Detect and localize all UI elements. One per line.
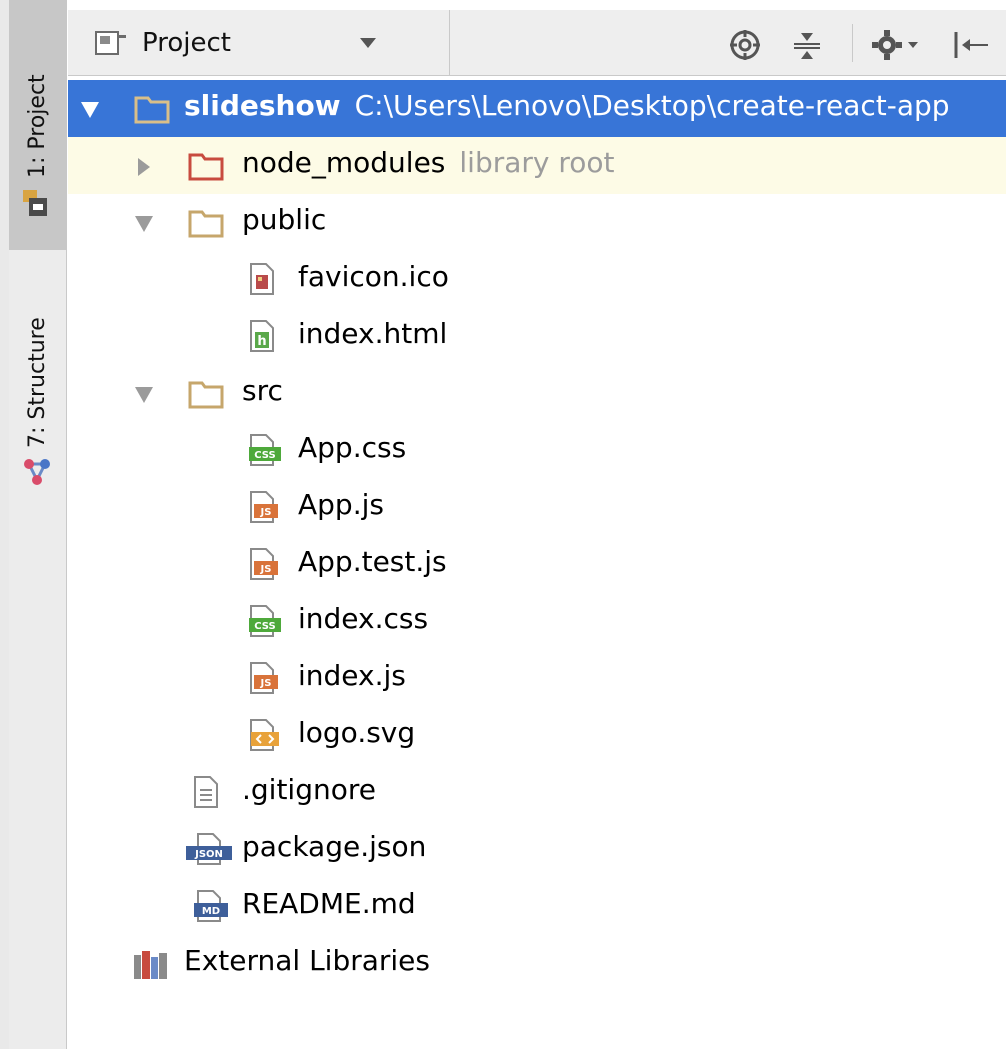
project-tool-icon xyxy=(23,190,47,216)
index-html-label: index.html xyxy=(298,317,448,350)
excluded-folder-icon xyxy=(188,153,224,181)
html-file-icon: h xyxy=(250,320,274,352)
dropdown-icon xyxy=(360,38,376,48)
image-file-icon xyxy=(250,263,274,295)
locate-icon[interactable] xyxy=(728,28,762,62)
app-js-label: App.js xyxy=(298,488,384,521)
root-path: C:\Users\Lenovo\Desktop\create-react-app xyxy=(354,89,950,122)
js-file-icon: JS xyxy=(250,662,278,694)
tree-row-gitignore[interactable]: .gitignore xyxy=(68,764,1006,821)
root-name: slideshow xyxy=(184,89,341,122)
src-label: src xyxy=(242,374,283,407)
app-test-js-label: App.test.js xyxy=(298,545,447,578)
project-view-title: Project xyxy=(142,28,231,58)
json-file-icon: JSON xyxy=(186,833,232,865)
tree-row-logo-svg[interactable]: logo.svg xyxy=(68,707,1006,764)
markdown-file-icon: MD xyxy=(194,890,228,922)
node-modules-label: node_modules library root xyxy=(242,146,615,179)
index-js-label: index.js xyxy=(298,659,406,692)
tree-row-app-js[interactable]: JS App.js xyxy=(68,479,1006,536)
toolbar-divider xyxy=(852,24,853,62)
tree-row-root[interactable]: slideshow C:\Users\Lenovo\Desktop\create-… xyxy=(68,80,1006,137)
tree-row-package-json[interactable]: JSON package.json xyxy=(68,821,1006,878)
structure-tool-icon xyxy=(24,459,50,485)
structure-tab-label: 7: Structure xyxy=(25,317,50,448)
project-toolbar: Project xyxy=(68,10,1006,76)
external-libraries-label: External Libraries xyxy=(184,944,430,977)
js-icon-glyph: JS xyxy=(260,507,272,518)
gitignore-label: .gitignore xyxy=(242,773,376,806)
tree-row-favicon[interactable]: favicon.ico xyxy=(68,251,1006,308)
settings-icon[interactable] xyxy=(870,28,922,62)
public-label: public xyxy=(242,203,327,236)
project-view-selector[interactable]: Project xyxy=(86,10,450,76)
collapse-arrow-icon[interactable] xyxy=(136,157,156,177)
external-libraries-icon xyxy=(134,951,167,979)
library-root-note: library root xyxy=(459,146,615,179)
folder-icon xyxy=(188,381,224,409)
css-icon-glyph: CSS xyxy=(254,450,275,461)
expand-arrow-icon[interactable] xyxy=(80,100,100,120)
readme-label: README.md xyxy=(242,887,416,920)
index-css-label: index.css xyxy=(298,602,429,635)
logo-svg-label: logo.svg xyxy=(298,716,416,749)
text-file-icon xyxy=(194,776,218,808)
hide-icon[interactable] xyxy=(952,28,992,62)
tool-window-strip: 1: Project 7: Structure xyxy=(9,0,67,1049)
structure-tool-tab[interactable]: 7: Structure xyxy=(9,250,67,490)
js-file-icon: JS xyxy=(250,548,278,580)
css-file-icon: CSS xyxy=(249,605,281,637)
node-modules-name: node_modules xyxy=(242,146,446,179)
tree-row-readme[interactable]: MD README.md xyxy=(68,878,1006,935)
tree-row-external-libraries[interactable]: External Libraries xyxy=(68,935,1006,992)
expand-arrow-icon[interactable] xyxy=(134,385,154,405)
project-view-icon xyxy=(95,31,126,55)
folder-icon xyxy=(188,210,224,238)
tree-row-node-modules[interactable]: node_modules library root xyxy=(68,137,1006,194)
js-icon-glyph: JS xyxy=(260,564,272,575)
tree-row-app-css[interactable]: CSS App.css xyxy=(68,422,1006,479)
html-icon-glyph: h xyxy=(257,334,266,349)
css-file-icon: CSS xyxy=(249,434,281,466)
app-css-label: App.css xyxy=(298,431,407,464)
tree-row-src[interactable]: src xyxy=(68,365,1006,422)
tree-row-index-css[interactable]: CSS index.css xyxy=(68,593,1006,650)
md-icon-glyph: MD xyxy=(202,906,220,917)
expand-arrow-icon[interactable] xyxy=(134,214,154,234)
folder-icon xyxy=(134,96,170,124)
collapse-all-icon[interactable] xyxy=(790,28,824,64)
root-label: slideshow C:\Users\Lenovo\Desktop\create-… xyxy=(184,89,950,122)
tree-row-index-html[interactable]: h index.html xyxy=(68,308,1006,365)
js-icon-glyph: JS xyxy=(260,678,272,689)
tree-row-app-test-js[interactable]: JS App.test.js xyxy=(68,536,1006,593)
favicon-label: favicon.ico xyxy=(298,260,449,293)
json-icon-glyph: JSON xyxy=(194,849,223,860)
package-json-label: package.json xyxy=(242,830,427,863)
css-icon-glyph: CSS xyxy=(254,621,275,632)
tree-row-index-js[interactable]: JS index.js xyxy=(68,650,1006,707)
js-file-icon: JS xyxy=(250,491,278,523)
project-tab-label: 1: Project xyxy=(25,74,50,178)
svg-file-icon xyxy=(250,719,279,751)
tree-row-public[interactable]: public xyxy=(68,194,1006,251)
project-tool-tab[interactable]: 1: Project xyxy=(9,0,67,250)
